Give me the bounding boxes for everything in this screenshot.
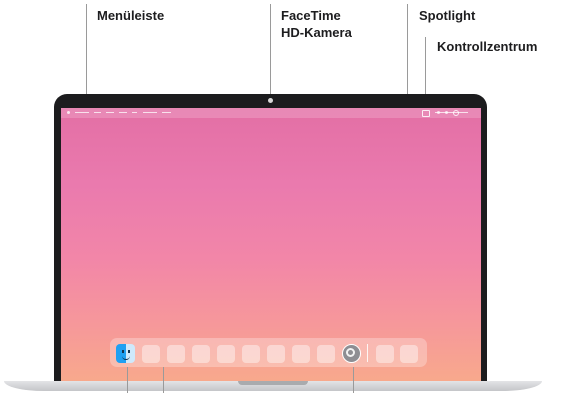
system-settings-leader-line	[353, 367, 354, 393]
dock-app-tile[interactable]	[317, 345, 335, 363]
control-center-icon[interactable]	[422, 110, 430, 117]
menu-item[interactable]	[106, 112, 114, 113]
menu-item[interactable]	[94, 112, 101, 113]
dock-app-tile[interactable]	[217, 345, 235, 363]
menu-item[interactable]	[75, 112, 89, 113]
dock-app-tile[interactable]	[142, 345, 160, 363]
dock-separator	[367, 344, 368, 362]
dock-leader-line	[163, 367, 164, 393]
dock-app-tile[interactable]	[242, 345, 260, 363]
apple-icon[interactable]	[67, 111, 70, 114]
finder-icon[interactable]	[116, 344, 135, 363]
menu-item[interactable]	[119, 112, 127, 113]
dock-app-tile[interactable]	[267, 345, 285, 363]
camera-label-line2: HD-Kamera	[281, 25, 352, 40]
laptop-opening-notch	[238, 381, 308, 385]
control-center-label: Kontrollzentrum	[437, 39, 538, 54]
dock-app-tile[interactable]	[192, 345, 210, 363]
spotlight-label: Spotlight	[419, 8, 476, 23]
menu-item[interactable]	[132, 112, 137, 113]
camera-label-line1: FaceTime	[281, 8, 341, 23]
screen	[61, 108, 481, 382]
system-settings-icon[interactable]	[342, 344, 361, 363]
dock-trash-tile[interactable]	[400, 345, 418, 363]
menu-bar	[61, 108, 481, 118]
dock-app-tile[interactable]	[167, 345, 185, 363]
spotlight-search-icon[interactable]	[453, 110, 459, 116]
menu-clock-visible[interactable]	[435, 112, 468, 113]
dock-folder-tile[interactable]	[376, 345, 394, 363]
dock-app-tile[interactable]	[292, 345, 310, 363]
menubar-label: Menüleiste	[97, 8, 165, 23]
menu-item[interactable]	[162, 112, 171, 113]
finder-leader-line	[127, 367, 128, 393]
menu-item[interactable]	[143, 112, 157, 113]
dock	[110, 338, 427, 367]
facetime-camera	[268, 98, 273, 103]
camera-leader-line	[270, 4, 271, 97]
